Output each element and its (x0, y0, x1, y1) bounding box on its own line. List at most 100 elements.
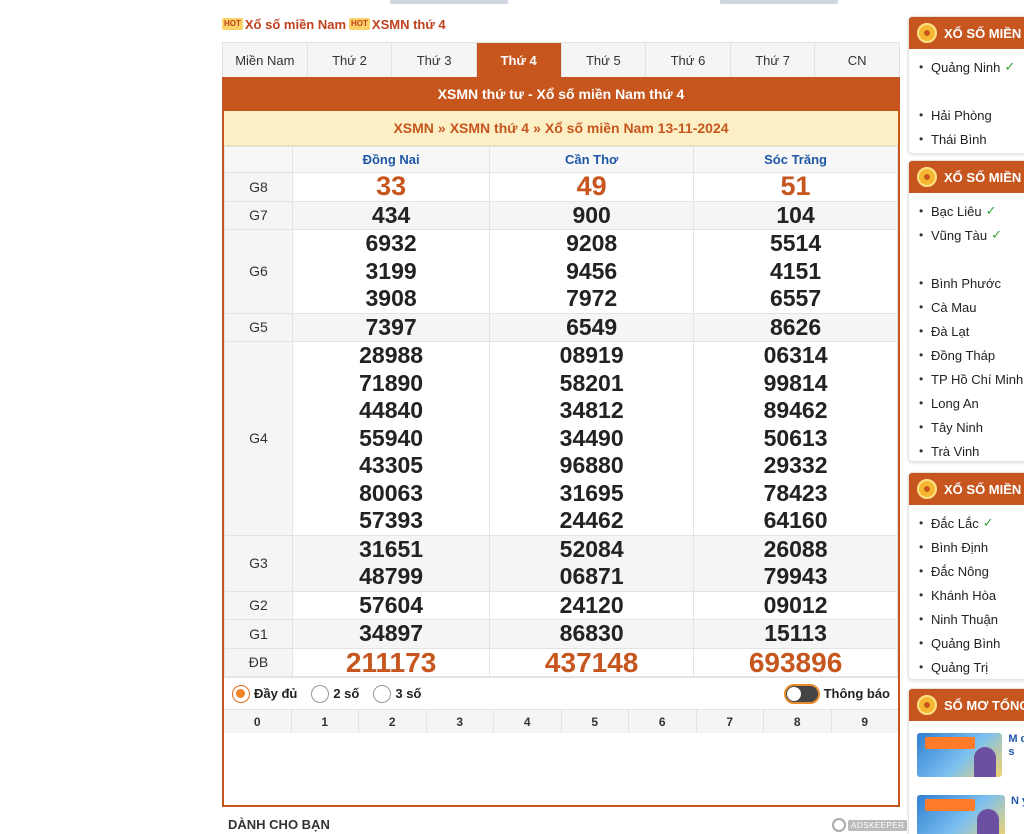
breadcrumb-date[interactable]: Xổ số miền Nam 13-11-2024 (545, 120, 729, 136)
province-soc-trang[interactable]: Sóc Trăng (693, 146, 898, 173)
digit-filter-5[interactable]: 5 (561, 710, 629, 733)
sidebar-item-long-an[interactable]: Long An (909, 391, 1024, 415)
digit-filter-6[interactable]: 6 (629, 710, 697, 733)
dream-article[interactable]: M c s (917, 733, 1024, 777)
sidebar-item-dac-lac[interactable]: Đắc Lắc✓ (909, 511, 1024, 535)
sidebar-item-label: Đà Lạt (931, 323, 970, 339)
sidebar-head-mien-bac[interactable]: XỔ SỐ MIỀN BẮC (909, 17, 1024, 49)
sidebar-item-quang-tri[interactable]: Quảng Trị (909, 655, 1024, 679)
sidebar-item-thai-binh[interactable]: Thái Bình (909, 127, 1024, 151)
sidebar-item-tay-ninh[interactable]: Tây Ninh (909, 415, 1024, 439)
sidebar-item-hai-phong[interactable]: Hải Phòng (909, 103, 1024, 127)
sidebar-head-mien-nam[interactable]: XỔ SỐ MIỀN NAM (909, 161, 1024, 193)
sidebar-item-tp-ho-chi-minh[interactable]: TP Hồ Chí Minh (909, 367, 1024, 391)
tab-mien-nam[interactable]: Miền Nam (223, 43, 308, 77)
result-number: 57393 (359, 507, 424, 533)
breadcrumb-sep: » (533, 120, 541, 136)
result-number: 34490 (559, 424, 624, 451)
sidebar-item-khanh-hoa[interactable]: Khánh Hòa (909, 583, 1024, 607)
result-number: 44840 (359, 397, 424, 423)
sidebar-item-ninh-thuan[interactable]: Ninh Thuận (909, 607, 1024, 631)
result-number: 437148 (544, 646, 639, 678)
sidebar-item-binh-phuoc[interactable]: Bình Phước (909, 271, 1024, 295)
sidebar-list: Bạc Liêu✓Vũng Tàu✓ Bình PhướcCà Mau Đà Lạt… (909, 193, 1024, 461)
result-number: 6549 (566, 313, 618, 340)
dream-thumbnail (917, 795, 1005, 834)
tab-thu-6[interactable]: Thứ 6 (646, 43, 731, 77)
sidebar-head-so-mo[interactable]: SỔ MƠ TỔNG HỢP (909, 689, 1024, 721)
digit-filter-2[interactable]: 2 (359, 710, 427, 733)
prize-label: ĐB (224, 647, 293, 677)
top-thumb-right (720, 0, 838, 4)
result-number: 96880 (559, 452, 624, 478)
sidebar-item-quang-binh[interactable]: Quảng Bình (909, 631, 1024, 655)
result-number: 9456 (566, 257, 618, 284)
digit-filter-8[interactable]: 8 (764, 710, 832, 733)
display-options: Đầy đủ 2 số 3 số Thông báo (224, 677, 898, 709)
province-header-row: Đồng Nai Cần Thơ Sóc Trăng (224, 146, 898, 173)
radio-3-digits[interactable]: 3 số (373, 684, 421, 703)
sidebar-item-vung-tau[interactable]: Vũng Tàu✓ (909, 223, 1024, 247)
panel-title: XSMN thứ tư - Xổ số miền Nam thứ 4 (224, 77, 898, 111)
result-number: 15113 (764, 620, 827, 646)
digit-filter-7[interactable]: 7 (696, 710, 764, 733)
result-number: 4151 (769, 257, 822, 284)
adskeeper-badge[interactable]: ADSKEEPER (832, 818, 908, 832)
sidebar-item-label: Đồng Tháp (931, 347, 996, 363)
notify-toggle[interactable]: Thông báo (783, 683, 890, 704)
breadcrumb-xsmn-thu4[interactable]: XSMN thứ 4 (450, 120, 529, 136)
sidebar-item-binh-dinh[interactable]: Bình Định (909, 535, 1024, 559)
sidebar-item-dac-nong[interactable]: Đắc Nông (909, 559, 1024, 583)
tab-thu-5[interactable]: Thứ 5 (562, 43, 647, 77)
breadcrumb-xsmn[interactable]: XSMN (393, 120, 433, 136)
tab-thu-7[interactable]: Thứ 7 (731, 43, 816, 77)
tab-thu-2[interactable]: Thứ 2 (308, 43, 393, 77)
sidebar-item-bac-lieu[interactable]: Bạc Liêu✓ (909, 199, 1024, 223)
digit-filter-0[interactable]: 0 (224, 710, 292, 733)
prize-row-g6: G6 6932 3199 3908 9208 9456 7972 5514 4151 6557 (224, 229, 898, 314)
result-cell: 31651 48799 (291, 534, 491, 592)
hot-link-xsmn-thu4[interactable]: XSMN thứ 4 (372, 17, 446, 32)
check-icon: ✓ (985, 203, 997, 218)
sidebar-item-quang-ninh[interactable]: Quảng Ninh✓ (909, 55, 1024, 79)
prize-row-db: ĐB 211173 437148 693896 (224, 646, 898, 678)
sidebar-item-tra-vinh[interactable]: Trà Vinh (909, 439, 1024, 461)
result-number: 08919 (559, 342, 624, 368)
day-tabs: Miền Nam Thứ 2 Thứ 3 Thứ 4 Thứ 5 Thứ 6 Thứ 7 CN (222, 42, 900, 77)
digit-filter-4[interactable]: 4 (494, 710, 562, 733)
digit-filter-3[interactable]: 3 (426, 710, 494, 733)
result-cell: 24120 (489, 590, 695, 620)
digit-filter-9[interactable]: 9 (831, 710, 898, 733)
radio-2-digits[interactable]: 2 số (311, 684, 359, 703)
dream-article[interactable]: N ý (917, 795, 1024, 834)
hot-link-xsmn[interactable]: Xổ số miền Nam (245, 17, 346, 32)
tab-thu-3[interactable]: Thứ 3 (392, 43, 477, 77)
result-cell: 26088 79943 (693, 534, 898, 592)
sidebar-item-dong-thap[interactable]: Đồng Tháp (909, 343, 1024, 367)
radio-full[interactable]: Đầy đủ (232, 684, 297, 703)
prize-row-g4: G4 28988 71890 44840 55940 43305 80063 57393 089… (224, 341, 898, 536)
sidebar-item-label: Ninh Thuận (931, 611, 998, 627)
tab-cn[interactable]: CN (815, 43, 899, 77)
hot-links: HOT Xổ số miền Nam HOT XSMN thứ 4 (222, 14, 902, 34)
result-cell: 437148 (489, 646, 695, 678)
result-number: 434 (371, 201, 411, 228)
result-cell: 33 (291, 172, 491, 202)
tab-thu-4[interactable]: Thứ 4 (476, 43, 562, 77)
result-number: 78423 (763, 479, 828, 506)
sidebar-item-label: Quảng Ninh (931, 59, 1001, 75)
province-dong-nai[interactable]: Đồng Nai (291, 146, 491, 173)
sidebar-item-label: Long An (931, 395, 979, 411)
result-number: 31651 (359, 535, 424, 562)
result-cell: 49 (489, 172, 695, 202)
province-can-tho[interactable]: Cần Thơ (489, 146, 695, 173)
sidebar-item-da-lat[interactable]: Đà Lạt (909, 319, 1024, 343)
digit-filter-1[interactable]: 1 (291, 710, 359, 733)
breadcrumb-sep: » (437, 120, 446, 136)
sidebar-head-mien-trung[interactable]: XỔ SỐ MIỀN TRUNG (909, 473, 1024, 505)
result-cell: 6932 3199 3908 (291, 229, 491, 314)
sidebar-item-ca-mau[interactable]: Cà Mau (909, 295, 1024, 319)
sidebar-box-mien-trung: XỔ SỐ MIỀN TRUNG Đắc Lắc✓ Bình Định Đắc Nô… (908, 472, 1024, 680)
sidebar-title: XỔ SỐ MIỀN BẮC (944, 25, 1024, 41)
radio-circle (311, 684, 330, 703)
